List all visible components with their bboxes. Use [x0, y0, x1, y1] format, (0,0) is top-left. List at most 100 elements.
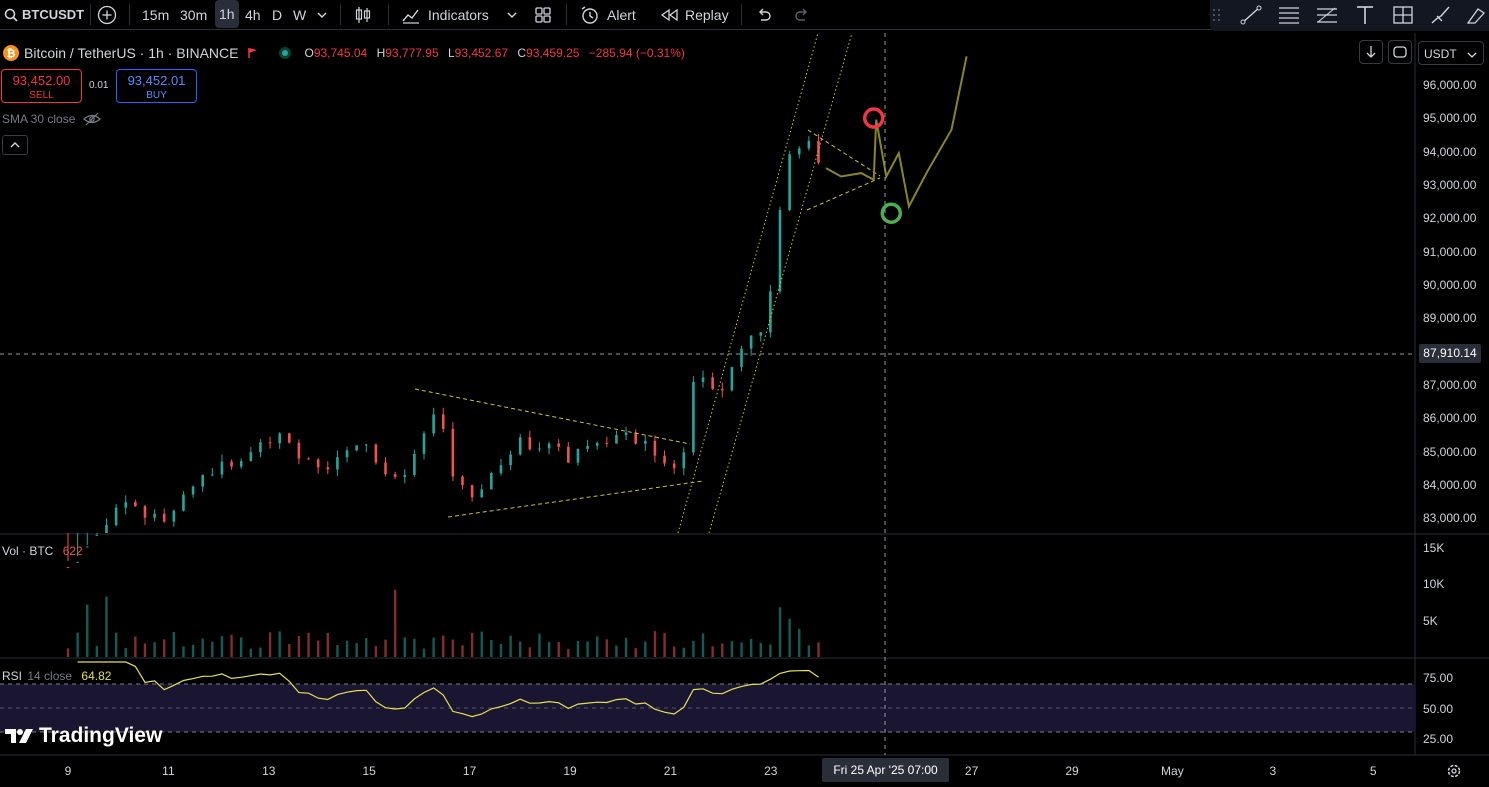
volume-value: 622 [62, 544, 83, 558]
volume-bar [259, 647, 262, 657]
sell-button[interactable]: 93,452.00 SELL [1, 69, 82, 103]
ohlc-low: 93,452.67 [454, 46, 509, 60]
volume-bar [230, 634, 233, 657]
candle-body [624, 432, 628, 435]
volume-bar [182, 646, 185, 657]
bitcoin-logo-icon: ₿ [3, 45, 19, 61]
volume-bar [66, 648, 70, 657]
volume-series [66, 589, 820, 657]
time-axis-label: 13 [262, 764, 276, 778]
volume-bar [644, 641, 647, 657]
volume-bar [749, 638, 753, 657]
settings-gear-icon[interactable] [1446, 763, 1462, 779]
red-circle-marker[interactable] [862, 107, 885, 129]
volume-bar [730, 641, 734, 657]
volume-bar [239, 637, 243, 657]
candle-body [490, 473, 493, 490]
channel-right-line[interactable] [708, 32, 853, 534]
candle-body [720, 388, 724, 391]
volume-bar [134, 636, 137, 657]
time-axis-label: 17 [462, 764, 477, 778]
ohlc-high: 93,777.95 [385, 46, 439, 60]
channel-left-line[interactable] [677, 32, 819, 534]
time-axis-label: 27 [964, 764, 979, 778]
pennant-lower-line[interactable] [806, 177, 881, 211]
scroll-to-realtime-button[interactable] [1359, 40, 1383, 64]
triangle-lower-trendline[interactable] [447, 480, 704, 518]
candle-body [182, 494, 185, 511]
candle-body [480, 489, 484, 498]
chevron-down-icon [1467, 52, 1477, 58]
reset-scale-button[interactable] [1388, 40, 1412, 64]
channel-drawing[interactable] [677, 32, 853, 534]
collapse-legend-button[interactable] [2, 135, 28, 155]
candle-body [576, 448, 580, 463]
candle-body [653, 440, 657, 456]
candle-body [336, 457, 339, 470]
tradingview-logo[interactable]: TradingView [4, 724, 162, 748]
flag-icon[interactable] [246, 46, 260, 60]
candle-body [239, 461, 243, 467]
chart-legend: ₿ Bitcoin / TetherUS · 1h · BINANCE O93,… [2, 44, 691, 62]
market-status-icon[interactable] [278, 46, 292, 60]
volume-bar [480, 631, 483, 657]
volume-bar [528, 647, 532, 657]
candle-body [422, 433, 426, 454]
volume-bar [220, 636, 224, 657]
volume-bar [740, 642, 743, 657]
volume-bar [624, 637, 628, 657]
volume-bar [557, 641, 560, 657]
volume-bar [374, 646, 378, 657]
candle-body [547, 443, 551, 449]
volume-bar [268, 632, 272, 657]
volume-bar [672, 646, 676, 657]
buy-button[interactable]: 93,452.01 BUY [116, 69, 197, 103]
candle-body [461, 476, 464, 486]
brand-label: TradingView [39, 724, 163, 747]
sma-legend[interactable]: SMA 30 close [2, 112, 102, 126]
volume-bar [76, 632, 79, 657]
candle-body [740, 348, 743, 368]
candle-body [586, 445, 589, 449]
currency-label: USDT [1424, 47, 1457, 61]
candle-body [615, 434, 618, 444]
volume-bar [682, 647, 685, 657]
candle-body [364, 444, 368, 446]
volume-bar [605, 639, 609, 657]
candle-body [605, 442, 609, 444]
triangle-drawing[interactable] [414, 388, 704, 518]
volume-legend[interactable]: Vol · BTC 622 [2, 544, 83, 558]
price-axis-label: 84,000.00 [1423, 477, 1477, 492]
candle-body [95, 534, 99, 536]
refresh-icon [1393, 46, 1407, 58]
chart-canvas[interactable] [0, 0, 1489, 787]
triangle-upper-trendline[interactable] [414, 388, 691, 445]
currency-select[interactable]: USDT [1418, 41, 1484, 65]
eye-crossed-icon[interactable] [83, 112, 102, 126]
volume-bar [114, 632, 118, 657]
price-axis-label: 83,000.00 [1423, 511, 1477, 526]
volume-bar [701, 633, 705, 657]
price-axis-label: 90,000.00 [1423, 277, 1477, 292]
time-axis-label: 3 [1269, 764, 1277, 778]
rsi-axis-75: 75.00 [1423, 671, 1454, 685]
volume-bar [653, 631, 657, 657]
projection-path[interactable] [825, 56, 968, 210]
rsi-legend[interactable]: RSI 14 close 64.82 [2, 669, 111, 683]
volume-bar [288, 644, 291, 657]
price-axis-label: 87,000.00 [1423, 377, 1477, 392]
candle-body [355, 445, 358, 451]
candle-body [374, 444, 378, 463]
candle-body [797, 148, 801, 155]
volume-bar [172, 632, 176, 657]
symbol-title[interactable]: Bitcoin / TetherUS · 1h · BINANCE [24, 45, 238, 61]
candle-body [268, 442, 272, 444]
candle-body [692, 382, 695, 453]
volume-bar [124, 648, 127, 657]
price-axis-label: 93,000.00 [1423, 177, 1477, 192]
price-axis-label: 91,000.00 [1423, 244, 1477, 259]
candle-body [345, 450, 349, 458]
candle-body [76, 561, 79, 563]
volume-bar [393, 589, 397, 657]
rsi-axis-50: 50.00 [1423, 702, 1454, 716]
